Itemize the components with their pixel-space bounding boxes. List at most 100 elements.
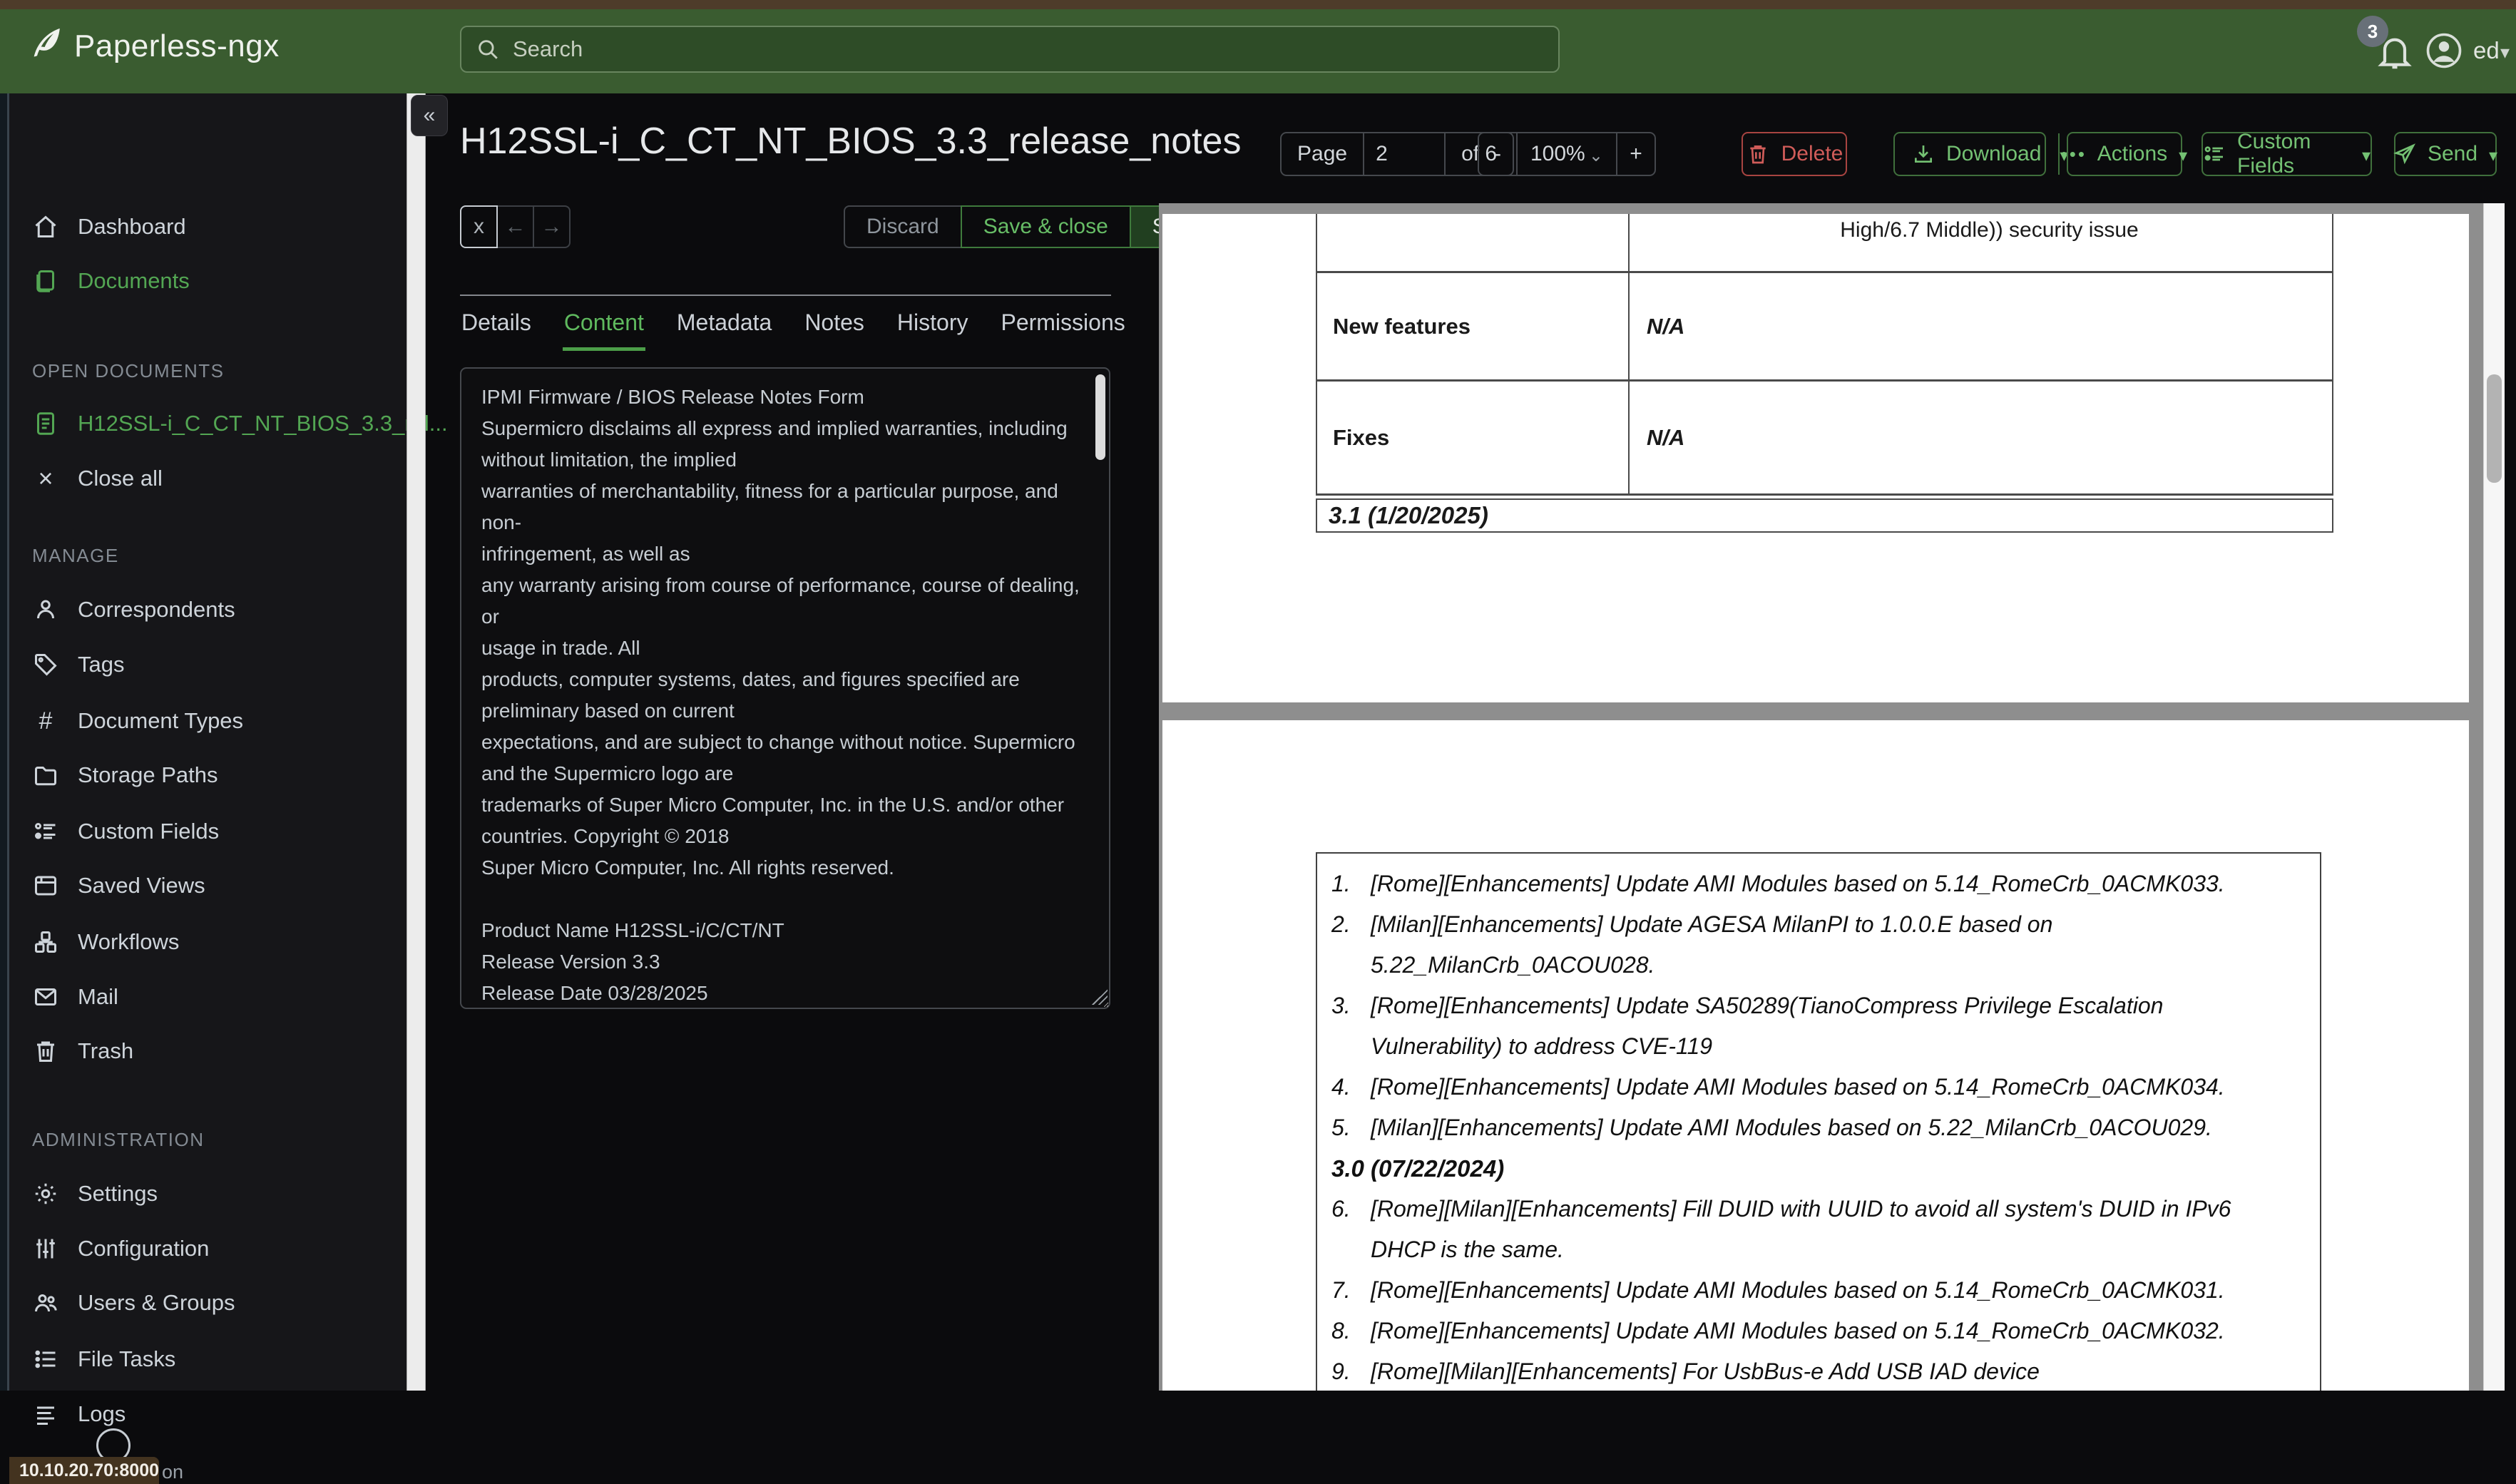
- window-edge: [0, 93, 7, 1391]
- browser-top-strip: [0, 0, 2516, 9]
- sidebar-item-settings[interactable]: Settings: [32, 1176, 158, 1212]
- sidebar-item-configuration[interactable]: Configuration: [32, 1231, 209, 1266]
- table-label: Fixes: [1317, 382, 1630, 493]
- log-lines-icon: [32, 1401, 59, 1428]
- sidebar-item-trash[interactable]: Trash: [32, 1033, 133, 1069]
- sidebar-item-mail[interactable]: Mail: [32, 979, 118, 1015]
- task-list-icon: [32, 1346, 59, 1373]
- paperless-logo-icon[interactable]: [26, 24, 66, 64]
- sidebar-item-saved-views[interactable]: Saved Views: [32, 868, 205, 904]
- pdf-change-list: 1. [Rome][Enhancements] Update AMI Module…: [1316, 852, 2321, 1391]
- tab-metadata[interactable]: Metadata: [675, 300, 773, 351]
- chevron-down-icon: ▾: [2361, 145, 2371, 165]
- pdf-viewer: High/6.7 Middle)) security issue New fea…: [1159, 203, 2505, 1391]
- sidebar-item-documents[interactable]: Documents: [32, 263, 190, 299]
- search-icon: [476, 37, 500, 61]
- gear-icon: [32, 1180, 59, 1207]
- list-item: 2. [Milan][Enhancements] Update AGESA Mil…: [1331, 911, 2053, 978]
- save-and-close-button[interactable]: Save & close: [960, 205, 1131, 248]
- workflow-boxes-icon: [32, 928, 59, 956]
- hash-icon: #: [39, 707, 53, 735]
- table-value: N/A: [1647, 424, 1685, 450]
- trash-icon: [32, 1038, 59, 1065]
- table-header-partial: High/6.7 Middle)) security issue: [1840, 218, 2139, 242]
- zoom-select[interactable]: 100% ⌄: [1516, 133, 1616, 175]
- document-nav-buttons: x ← →: [460, 205, 571, 248]
- users-icon: [32, 1289, 59, 1316]
- close-icon: ×: [38, 464, 53, 493]
- trash-icon: [1746, 142, 1770, 166]
- actions-button[interactable]: ••• Actions ▾: [2061, 132, 2187, 176]
- custom-fields-icon: [32, 818, 59, 845]
- document-title: H12SSL-i_C_CT_NT_BIOS_3.3_release_notes: [460, 121, 1242, 162]
- section-open-documents: OPEN DOCUMENTS: [32, 360, 225, 382]
- sidebar-open-document[interactable]: H12SSL-i_C_CT_NT_BIOS_3.3_rel...: [32, 406, 448, 441]
- pdf-scrollbar-track[interactable]: [2483, 203, 2505, 1391]
- notification-badge: 3: [2357, 16, 2388, 47]
- sidebar-item-workflows[interactable]: Workflows: [32, 924, 179, 960]
- sidebar-item-users-groups[interactable]: Users & Groups: [32, 1285, 235, 1321]
- sidebar-collapse-button[interactable]: «: [411, 95, 448, 136]
- ellipsis-icon: •••: [2060, 143, 2087, 165]
- tag-icon: [32, 651, 59, 678]
- pdf-scrollbar-thumb[interactable]: [2487, 374, 2502, 483]
- sidebar-item-logs[interactable]: Logs: [32, 1396, 126, 1432]
- send-button[interactable]: Send ▾: [2393, 132, 2497, 176]
- person-icon: [32, 596, 59, 623]
- search-input[interactable]: [513, 36, 1511, 62]
- list-item: 5. [Milan][Enhancements] Update AMI Modul…: [1331, 1115, 2212, 1140]
- download-button[interactable]: Download: [1895, 133, 2058, 175]
- chevron-down-icon: ⌄: [1588, 145, 1603, 165]
- version-row-3-1: 3.1 (1/20/2025): [1316, 498, 2333, 533]
- table-label: New features: [1317, 273, 1630, 379]
- sidebar-scrollbar[interactable]: [406, 93, 426, 1391]
- home-icon: [32, 213, 59, 240]
- custom-fields-button[interactable]: Custom Fields ▾: [2202, 130, 2372, 178]
- sidebar-item-document-types[interactable]: # Document Types: [32, 703, 244, 739]
- sidebar-close-all[interactable]: × Close all: [32, 461, 162, 496]
- download-icon: [1912, 143, 1935, 165]
- version-heading-3-0: 3.0 (07/22/2024): [1331, 1155, 1505, 1182]
- tab-permissions[interactable]: Permissions: [999, 300, 1126, 351]
- tab-content[interactable]: Content: [562, 300, 645, 351]
- document-file-icon: [32, 410, 59, 437]
- sidebar-item-file-tasks[interactable]: File Tasks: [32, 1341, 175, 1377]
- previous-document-button[interactable]: ←: [496, 205, 534, 248]
- page-number-input[interactable]: [1364, 142, 1422, 166]
- sidebar-item-storage-paths[interactable]: Storage Paths: [32, 757, 218, 793]
- document-content-textarea[interactable]: IPMI Firmware / BIOS Release Notes Form …: [460, 367, 1110, 1009]
- pdf-release-table: High/6.7 Middle)) security issue New fea…: [1316, 214, 2333, 533]
- tab-history[interactable]: History: [896, 300, 970, 351]
- next-document-button[interactable]: →: [533, 205, 571, 248]
- documents-icon: [32, 267, 59, 295]
- list-item: 9. [Rome][Milan][Enhancements] For UsbBus…: [1331, 1358, 2040, 1384]
- sidebar-overflow-text: on: [162, 1461, 184, 1483]
- page-label: Page: [1297, 142, 1348, 165]
- delete-button[interactable]: Delete: [1742, 132, 1847, 176]
- sidebar-item-custom-fields[interactable]: Custom Fields: [32, 814, 219, 849]
- send-icon: [2393, 142, 2416, 166]
- global-search[interactable]: [460, 26, 1560, 73]
- sidebar-item-correspondents[interactable]: Correspondents: [32, 592, 235, 628]
- sidebar-item-dashboard[interactable]: Dashboard: [32, 209, 186, 245]
- window-icon: [32, 872, 59, 899]
- close-document-button[interactable]: x: [460, 205, 498, 248]
- zoom-in-button[interactable]: +: [1616, 133, 1655, 175]
- download-split-button: Download ▾: [1893, 132, 2068, 176]
- divider: [460, 295, 1111, 296]
- zoom-out-button[interactable]: -: [1479, 133, 1516, 175]
- app-root: Paperless-ngx 3 ed ▾ Dashboard Documents…: [0, 0, 2516, 1484]
- sidebar-item-tags[interactable]: Tags: [32, 647, 124, 682]
- discard-button[interactable]: Discard: [844, 205, 962, 248]
- section-manage: MANAGE: [32, 545, 119, 566]
- browser-status-url: 10.10.20.70:8000: [9, 1457, 159, 1484]
- folder-icon: [32, 762, 59, 789]
- mail-icon: [32, 983, 59, 1010]
- section-administration: ADMINISTRATION: [32, 1129, 205, 1150]
- tab-notes[interactable]: Notes: [803, 300, 866, 351]
- tab-details[interactable]: Details: [460, 300, 533, 351]
- user-menu[interactable]: ed: [2473, 37, 2500, 64]
- list-item: 3. [Rome][Enhancements] Update SA50289(Ti…: [1331, 993, 2164, 1059]
- list-item: 8. [Rome][Enhancements] Update AMI Module…: [1331, 1318, 2225, 1344]
- user-avatar-icon[interactable]: [2425, 31, 2463, 70]
